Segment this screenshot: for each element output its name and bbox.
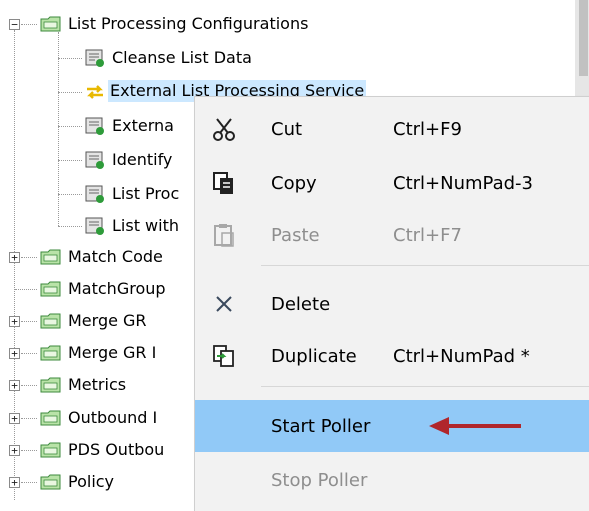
tree-item-label: Metrics [68, 375, 127, 394]
tree-connector-line [21, 385, 37, 386]
tree-item-label: MatchGroup [68, 279, 166, 298]
tree-connector-line [21, 482, 37, 483]
expand-icon[interactable]: + [9, 413, 20, 424]
menu-item-shortcut: Ctrl+F7 [393, 224, 462, 246]
tree-item-label: Outbound I [68, 408, 158, 427]
tree-item-label: Merge GR I [68, 343, 157, 362]
tree-connector-line [58, 226, 82, 227]
tree-connector-line [58, 92, 82, 93]
tree-connector-line [15, 289, 37, 290]
folder-icon [40, 410, 61, 426]
menu-item-label: Duplicate [271, 345, 357, 367]
annotation-arrow-icon [429, 417, 521, 435]
duplicate-icon [213, 345, 234, 367]
menu-item-shortcut: Ctrl+F9 [393, 118, 462, 140]
menu-item-start-poller[interactable]: Start Poller [195, 400, 589, 452]
expand-icon[interactable]: + [9, 445, 20, 456]
tree-connector-line [58, 126, 82, 127]
tree-connector-line [58, 160, 82, 161]
menu-item-label: Start Poller [271, 415, 371, 437]
config-icon [85, 49, 104, 67]
expand-icon[interactable]: + [9, 316, 20, 327]
tree-item-label: Match Code [68, 247, 163, 266]
folder-icon [40, 345, 61, 361]
expand-icon[interactable]: + [9, 477, 20, 488]
tree-connector-line [21, 257, 37, 258]
tree-connector-line [21, 450, 37, 451]
scissors-icon [213, 118, 235, 141]
tree-connector-line [21, 24, 37, 25]
expand-icon[interactable]: + [9, 252, 20, 263]
tree-connector-line [58, 194, 82, 195]
menu-item-label: Cut [271, 118, 303, 140]
copy-icon [213, 172, 233, 194]
config-icon [85, 217, 104, 235]
context-menu: Cut Ctrl+F9 Copy Ctrl+NumPad-3 Paste Ctr… [194, 96, 589, 511]
collapse-icon[interactable]: − [9, 19, 20, 30]
menu-separator [261, 265, 589, 266]
menu-item-cut[interactable]: Cut Ctrl+F9 [195, 103, 589, 155]
menu-item-label: Stop Poller [271, 469, 368, 491]
expand-icon[interactable]: + [9, 348, 20, 359]
tree-item-label: Merge GR [68, 311, 147, 330]
tree-item-label: Cleanse List Data [112, 48, 252, 67]
menu-item-label: Copy [271, 172, 317, 194]
tree-connector-line [58, 32, 59, 226]
folder-icon [40, 16, 61, 32]
menu-item-label: Delete [271, 293, 331, 315]
menu-item-copy[interactable]: Copy Ctrl+NumPad-3 [195, 157, 589, 209]
tree-item-label: Policy [68, 472, 115, 491]
tree-connector-line [21, 321, 37, 322]
folder-icon [40, 474, 61, 490]
folder-icon [40, 313, 61, 329]
tree-item-label: List Proc [112, 184, 180, 203]
folder-icon [40, 377, 61, 393]
folder-icon [40, 281, 61, 297]
tree-item-label: List Processing Configurations [68, 14, 309, 33]
folder-icon [40, 442, 61, 458]
menu-item-shortcut: Ctrl+NumPad * [393, 345, 530, 367]
menu-separator [261, 386, 589, 387]
config-icon [85, 151, 104, 169]
tree-item-label: List with [112, 216, 179, 235]
paste-icon [214, 224, 234, 247]
config-icon [85, 185, 104, 203]
menu-item-label: Paste [271, 224, 320, 246]
tree-connector-line [21, 353, 37, 354]
menu-item-shortcut: Ctrl+NumPad-3 [393, 172, 533, 194]
menu-item-duplicate[interactable]: Duplicate Ctrl+NumPad * [195, 330, 589, 382]
tree-connector-line [58, 58, 82, 59]
config-icon [85, 117, 104, 135]
exchange-arrows-icon [87, 85, 103, 99]
scrollbar-thumb[interactable] [579, 0, 588, 76]
tree-item-label: PDS Outbou [68, 440, 165, 459]
menu-item-delete[interactable]: Delete [195, 278, 589, 330]
tree-item-label: Identify [112, 150, 173, 169]
delete-x-icon [216, 296, 232, 312]
expand-icon[interactable]: + [9, 380, 20, 391]
folder-icon [40, 249, 61, 265]
menu-item-paste[interactable]: Paste Ctrl+F7 [195, 209, 589, 261]
tree-item-label: Externa [112, 116, 174, 135]
menu-item-stop-poller[interactable]: Stop Poller [195, 454, 589, 506]
tree-connector-line [21, 418, 37, 419]
tree-connector-line [14, 30, 15, 500]
